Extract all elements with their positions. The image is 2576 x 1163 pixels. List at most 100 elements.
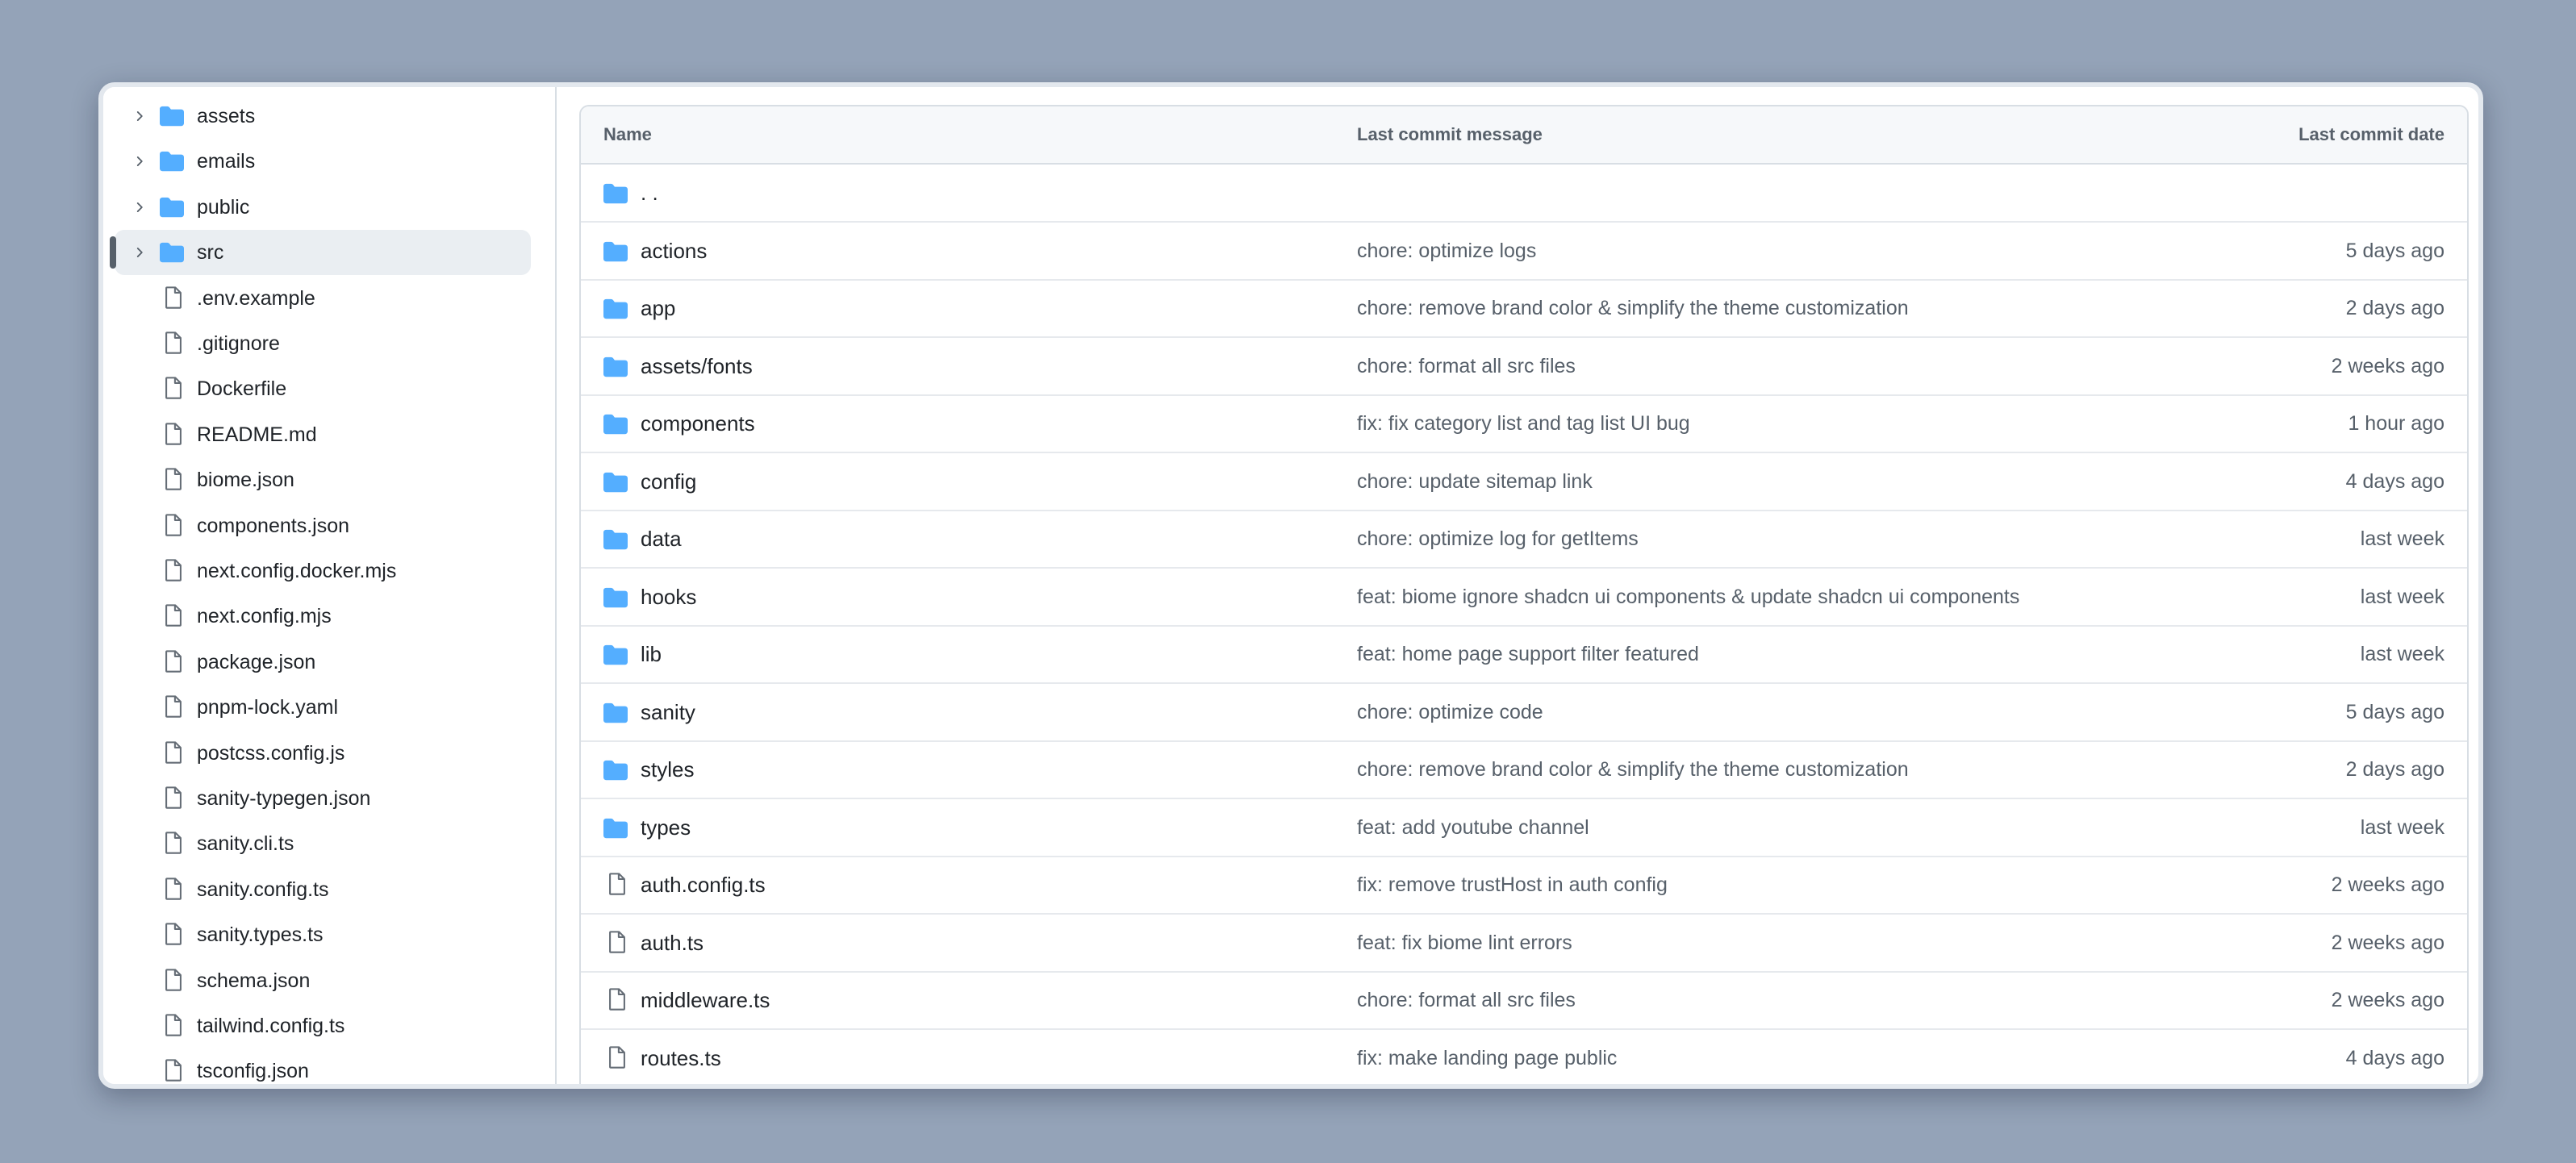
table-row[interactable]: . . [581, 165, 2467, 223]
row-commit-date: 2 weeks ago [2331, 931, 2444, 954]
row-commit-message[interactable]: feat: fix biome lint errors [1357, 915, 1572, 971]
row-commit-date: 2 days ago [2345, 758, 2444, 781]
header-last-commit-message: Last commit message [1357, 124, 1543, 144]
header-name: Name [603, 124, 652, 144]
folder-icon [603, 586, 628, 610]
row-commit-message[interactable]: chore: remove brand color & simplify the… [1357, 280, 1909, 336]
folder-icon [603, 816, 628, 840]
row-commit-message[interactable]: feat: add youtube channel [1357, 799, 1589, 856]
header-last-commit-date: Last commit date [2298, 124, 2444, 144]
sidebar-item-emails[interactable]: emails [115, 139, 531, 184]
row-name-link[interactable]: data [641, 511, 682, 567]
row-name-link[interactable]: hooks [641, 569, 696, 625]
sidebar-item-dockerfile[interactable]: Dockerfile [115, 366, 531, 411]
sidebar-item-next-config-docker-mjs[interactable]: next.config.docker.mjs [115, 548, 531, 594]
row-commit-message[interactable]: chore: optimize code [1357, 684, 1543, 740]
table-row[interactable]: middleware.ts chore: format all src files… [581, 972, 2467, 1030]
sidebar-item-postcss-config-js[interactable]: postcss.config.js [115, 731, 531, 776]
row-commit-date: last week [2360, 643, 2444, 665]
folder-icon [603, 758, 628, 782]
row-name-link[interactable]: middleware.ts [641, 972, 770, 1028]
row-name-link[interactable]: . . [641, 165, 658, 221]
table-row[interactable]: auth.config.ts fix: remove trustHost in a… [581, 857, 2467, 915]
sidebar-item-tailwind-config-ts[interactable]: tailwind.config.ts [115, 1003, 531, 1048]
row-name-link[interactable]: lib [641, 626, 662, 682]
row-commit-message[interactable]: fix: remove trustHost in auth config [1357, 857, 1668, 913]
sidebar-item-schema-json[interactable]: schema.json [115, 958, 531, 1003]
folder-icon [603, 701, 628, 725]
row-commit-message[interactable]: chore: format all src files [1357, 972, 1576, 1028]
row-name-link[interactable]: assets/fonts [641, 338, 753, 394]
table-row[interactable]: hooks feat: biome ignore shadcn ui compon… [581, 569, 2467, 627]
table-row[interactable]: sanity chore: optimize code 5 days ago [581, 684, 2467, 742]
sidebar-item-tsconfig-json[interactable]: tsconfig.json [115, 1048, 531, 1084]
file-tree-sidebar[interactable]: assets emails public src .env.example .gitign… [103, 87, 557, 1084]
folder-icon [603, 240, 628, 264]
row-name-link[interactable]: auth.config.ts [641, 857, 766, 913]
sidebar-item-label: sanity.config.ts [197, 877, 329, 901]
row-commit-message[interactable]: chore: optimize log for getItems [1357, 511, 1639, 567]
row-commit-date: 5 days ago [2345, 700, 2444, 723]
sidebar-item-assets[interactable]: assets [115, 94, 531, 139]
row-name-link[interactable]: auth.ts [641, 915, 703, 971]
folder-icon [603, 643, 628, 667]
sidebar-item-src[interactable]: src [110, 230, 531, 276]
row-commit-message[interactable]: fix: make landing page public [1357, 1030, 1617, 1085]
row-commit-message[interactable]: feat: home page support filter featured [1357, 626, 1699, 682]
row-commit-date: last week [2360, 527, 2444, 550]
sidebar-item-sanity-typegen-json[interactable]: sanity-typegen.json [115, 776, 531, 821]
file-icon [161, 649, 186, 673]
row-name-link[interactable]: sanity [641, 684, 695, 740]
row-name-link[interactable]: styles [641, 741, 694, 798]
file-icon [161, 740, 186, 765]
sidebar-item-next-config-mjs[interactable]: next.config.mjs [115, 594, 531, 639]
row-commit-message[interactable]: chore: optimize logs [1357, 223, 1536, 279]
file-icon [161, 331, 186, 355]
row-commit-message[interactable]: fix: fix category list and tag list UI b… [1357, 395, 1690, 452]
row-name-link[interactable]: config [641, 453, 696, 510]
table-row[interactable]: config chore: update sitemap link 4 days a… [581, 453, 2467, 511]
row-commit-message[interactable]: chore: format all src files [1357, 338, 1576, 394]
row-name-link[interactable]: components [641, 395, 755, 452]
sidebar-item-sanity-types-ts[interactable]: sanity.types.ts [115, 912, 531, 957]
chevron-right-icon[interactable] [132, 109, 147, 123]
row-commit-date: 4 days ago [2345, 469, 2444, 493]
sidebar-item-package-json[interactable]: package.json [115, 640, 531, 685]
folder-icon [603, 355, 628, 379]
sidebar-item-public[interactable]: public [115, 185, 531, 230]
row-name-link[interactable]: actions [641, 223, 707, 279]
sidebar-item-biome-json[interactable]: biome.json [115, 457, 531, 502]
sidebar-item-readme-md[interactable]: README.md [115, 412, 531, 457]
table-row[interactable]: actions chore: optimize logs 5 days ago [581, 223, 2467, 281]
table-row[interactable]: lib feat: home page support filter featur… [581, 626, 2467, 684]
sidebar-item-sanity-cli-ts[interactable]: sanity.cli.ts [115, 821, 531, 866]
sidebar-item-label: next.config.docker.mjs [197, 560, 397, 582]
table-row[interactable]: types feat: add youtube channel last week [581, 799, 2467, 857]
table-row[interactable]: styles chore: remove brand color & simpli… [581, 741, 2467, 799]
sidebar-item-sanity-config-ts[interactable]: sanity.config.ts [115, 867, 531, 912]
row-commit-date: 5 days ago [2345, 239, 2444, 262]
row-commit-date: last week [2360, 815, 2444, 839]
sidebar-item-pnpm-lock-yaml[interactable]: pnpm-lock.yaml [115, 685, 531, 730]
table-row[interactable]: data chore: optimize log for getItems last… [581, 511, 2467, 569]
row-name-link[interactable]: app [641, 280, 675, 336]
row-name-link[interactable]: types [641, 799, 691, 856]
sidebar-item-gitignore[interactable]: .gitignore [115, 321, 531, 366]
table-row[interactable]: app chore: remove brand color & simplify … [581, 280, 2467, 338]
row-commit-message[interactable]: chore: update sitemap link [1357, 453, 1593, 510]
main-panel: Name Last commit message Last commit dat… [557, 87, 2478, 1084]
table-row[interactable]: auth.ts feat: fix biome lint errors 2 week… [581, 915, 2467, 973]
chevron-right-icon[interactable] [132, 245, 147, 260]
sidebar-item-components-json[interactable]: components.json [115, 503, 531, 548]
row-name-link[interactable]: routes.ts [641, 1030, 721, 1085]
file-icon [161, 694, 186, 719]
row-commit-message[interactable]: feat: biome ignore shadcn ui components … [1357, 569, 2019, 625]
table-row[interactable]: assets/fonts chore: format all src files 2… [581, 338, 2467, 396]
table-row[interactable]: components fix: fix category list and tag… [581, 395, 2467, 453]
table-row[interactable]: routes.ts fix: make landing page public 4 … [581, 1030, 2467, 1085]
folder-icon [603, 181, 628, 206]
sidebar-item-env-example[interactable]: .env.example [115, 276, 531, 321]
chevron-right-icon[interactable] [132, 200, 147, 215]
chevron-right-icon[interactable] [132, 154, 147, 169]
row-commit-message[interactable]: chore: remove brand color & simplify the… [1357, 741, 1909, 798]
